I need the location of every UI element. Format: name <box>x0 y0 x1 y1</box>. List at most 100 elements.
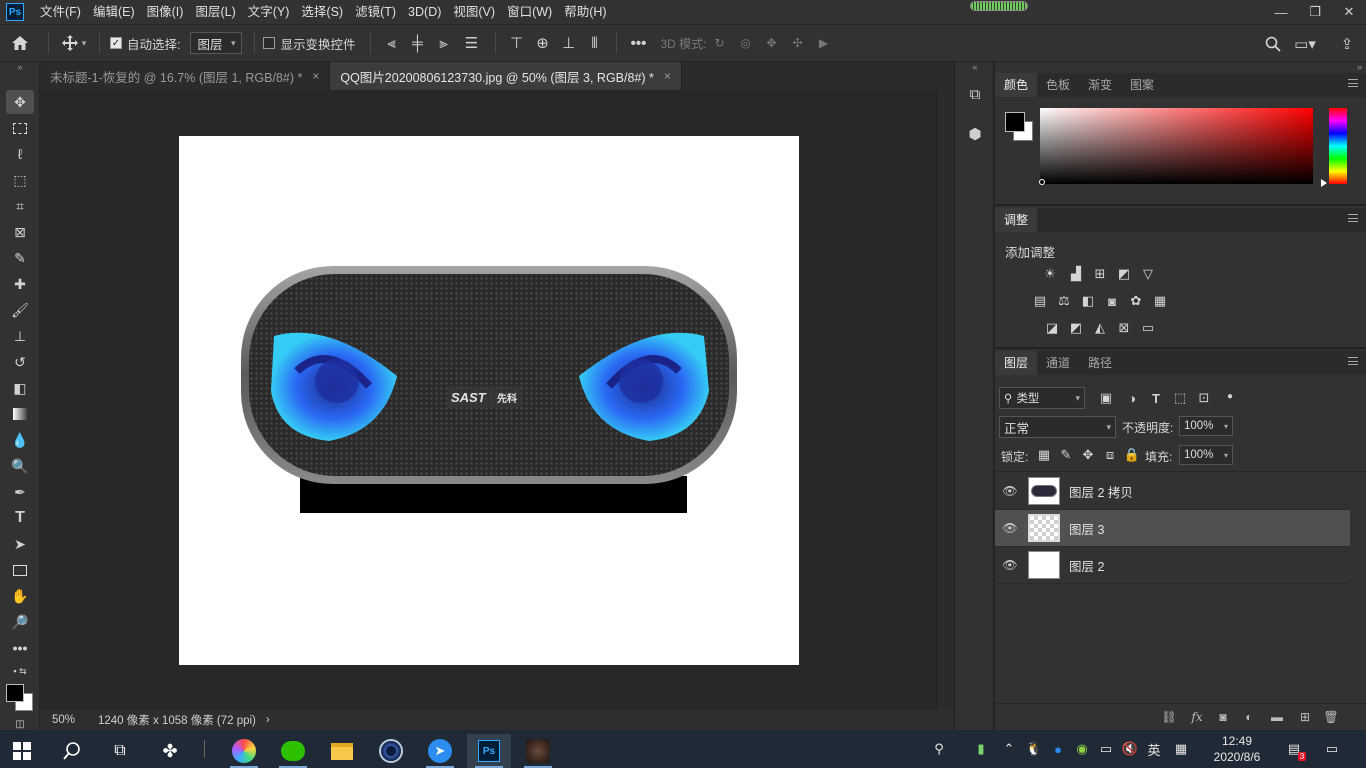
menu-filter[interactable]: 滤镜(T) <box>349 0 402 24</box>
color-lookup-icon[interactable]: ▦ <box>1151 292 1169 310</box>
auto-select-target-dropdown[interactable]: 图层 ▾ <box>190 32 243 54</box>
dodge-tool-icon[interactable]: 🔍 <box>6 454 34 478</box>
file-explorer-icon[interactable] <box>320 734 364 768</box>
align-top-icon[interactable]: ⊤ <box>504 34 530 52</box>
minimize-button[interactable]: — <box>1264 0 1298 24</box>
menu-view[interactable]: 视图(V) <box>447 0 501 24</box>
history-brush-tool-icon[interactable]: ↺ <box>6 350 34 374</box>
filter-shape-icon[interactable]: ⬚ <box>1171 389 1189 407</box>
qq-tray-icon[interactable]: 🐧 <box>1024 730 1044 768</box>
close-tab-icon[interactable]: × <box>664 69 671 83</box>
volume-muted-icon[interactable]: 🔇 <box>1120 730 1140 768</box>
vertical-scrollbar[interactable] <box>936 90 954 710</box>
color-balance-icon[interactable]: ⚖ <box>1055 292 1073 310</box>
windows-start-icon[interactable] <box>0 734 44 768</box>
fill-input[interactable]: 100% ▾ <box>1179 445 1233 465</box>
eyedropper-tool-icon[interactable]: ✎ <box>6 246 34 270</box>
home-icon[interactable] <box>0 35 40 51</box>
object-select-tool-icon[interactable]: ⬚ <box>6 168 34 192</box>
tab-adjustments[interactable]: 调整 <box>995 208 1038 232</box>
tab-color[interactable]: 颜色 <box>995 73 1038 97</box>
menu-select[interactable]: 选择(S) <box>295 0 349 24</box>
layer-row[interactable]: 👁 图层 2 <box>995 547 1350 584</box>
layer-name[interactable]: 图层 2 拷贝 <box>1069 482 1133 501</box>
hand-tool-icon[interactable]: ✋ <box>6 584 34 608</box>
align-left-icon[interactable]: ⫷ <box>379 35 405 52</box>
hue-slider-handle[interactable] <box>1321 179 1327 187</box>
black-white-icon[interactable]: ◧ <box>1079 292 1097 310</box>
align-right-icon[interactable]: ⫸ <box>431 35 457 52</box>
invert-icon[interactable]: ◪ <box>1043 319 1061 337</box>
feishu-app-icon[interactable]: ➤ <box>418 734 462 768</box>
ime-indicator[interactable]: 英 <box>1144 730 1164 768</box>
blur-tool-icon[interactable]: 💧 <box>6 428 34 452</box>
foreground-color-swatch[interactable] <box>6 684 24 702</box>
battery-icon[interactable]: ▮ <box>972 730 990 768</box>
lock-pixels-icon[interactable]: ✎ <box>1057 446 1075 464</box>
photoshop-app-icon[interactable]: Ps <box>467 734 511 768</box>
menu-edit[interactable]: 编辑(E) <box>87 0 141 24</box>
task-view-icon[interactable]: ⧉ <box>98 734 142 768</box>
tab-channels[interactable]: 通道 <box>1037 351 1079 375</box>
collapse-icon[interactable]: » <box>6 62 34 72</box>
new-layer-icon[interactable]: ⊞ <box>1297 709 1313 725</box>
tab-untitled-1[interactable]: 未标题-1-恢复的 @ 16.7% (图层 1, RGB/8#) * × <box>40 62 331 90</box>
clone-stamp-tool-icon[interactable]: ⊥ <box>6 324 34 348</box>
clock[interactable]: 12:49 2020/8/6 <box>1200 730 1274 768</box>
search-icon[interactable] <box>1262 33 1284 55</box>
quick-mask-icon[interactable]: ◫ <box>6 718 34 730</box>
menu-window[interactable]: 窗口(W) <box>501 0 558 24</box>
layer-filter-dropdown[interactable]: ⚲ 类型 ▾ <box>999 387 1085 409</box>
action-center-icon[interactable]: ▭ <box>1320 730 1344 768</box>
auto-select-checkbox[interactable]: ✓ 自动选择: <box>110 34 180 53</box>
menu-file[interactable]: 文件(F) <box>34 0 87 24</box>
hue-slider[interactable] <box>1329 108 1347 184</box>
panel-menu-icon[interactable] <box>1348 214 1358 222</box>
restore-button[interactable]: ❐ <box>1298 0 1332 24</box>
lock-transparent-icon[interactable]: ▦ <box>1035 446 1053 464</box>
crop-tool-icon[interactable]: ⌗ <box>6 194 34 218</box>
browser-app-icon[interactable] <box>222 734 266 768</box>
zoom-tool-icon[interactable]: 🔎 <box>6 610 34 634</box>
swap-colors-icon[interactable]: ▪ ⇆ <box>6 664 34 678</box>
filter-toggle-icon[interactable]: ● <box>1221 387 1239 405</box>
filter-type-icon[interactable]: T <box>1147 389 1165 407</box>
distribute-v-icon[interactable]: ⦀ <box>582 35 608 52</box>
healing-brush-tool-icon[interactable]: ✚ <box>6 272 34 296</box>
close-button[interactable]: ✕ <box>1332 0 1366 24</box>
layer-name[interactable]: 图层 3 <box>1069 519 1104 538</box>
panel-menu-icon[interactable] <box>1348 357 1358 365</box>
search-icon[interactable] <box>50 734 94 768</box>
opacity-input[interactable]: 100% ▾ <box>1179 416 1233 436</box>
filter-adjustment-icon[interactable]: ◑ <box>1123 389 1141 407</box>
workspace-icon[interactable]: ▭▾ <box>1292 33 1318 55</box>
network-icon[interactable]: ▭ <box>1096 730 1116 768</box>
frame-tool-icon[interactable]: ⊠ <box>6 220 34 244</box>
menu-image[interactable]: 图像(I) <box>141 0 190 24</box>
tab-paths[interactable]: 路径 <box>1079 351 1121 375</box>
new-adjustment-icon[interactable]: ◐ <box>1241 709 1257 725</box>
3d-panel-icon[interactable]: ⬢ <box>965 124 985 144</box>
threshold-icon[interactable]: ◭ <box>1091 319 1109 337</box>
delete-layer-icon[interactable]: 🗑 <box>1323 709 1339 725</box>
collapse-icon[interactable]: « <box>955 62 995 72</box>
layer-name[interactable]: 图层 2 <box>1069 556 1104 575</box>
wechat-app-icon[interactable] <box>271 734 315 768</box>
lasso-tool-icon[interactable]: ℓ <box>6 142 34 166</box>
menu-3d[interactable]: 3D(D) <box>402 0 447 24</box>
move-tool-icon[interactable]: ✥ <box>6 90 34 114</box>
zoom-level[interactable]: 50% <box>52 714 90 726</box>
share-icon[interactable]: ⇪ <box>1336 33 1358 55</box>
menu-type[interactable]: 文字(Y) <box>242 0 296 24</box>
feishu-tray-icon[interactable]: ● <box>1048 730 1068 768</box>
history-panel-icon[interactable]: ⧉ <box>965 84 985 104</box>
lock-position-icon[interactable]: ✥ <box>1079 446 1097 464</box>
curves-icon[interactable]: ⊞ <box>1091 265 1109 283</box>
type-tool-icon[interactable]: T <box>6 506 34 530</box>
tab-layers[interactable]: 图层 <box>995 351 1038 375</box>
panel-menu-icon[interactable] <box>1348 79 1358 87</box>
wechat-tray-icon[interactable]: ◉ <box>1072 730 1092 768</box>
channel-mixer-icon[interactable]: ✿ <box>1127 292 1145 310</box>
filter-pixel-icon[interactable]: ▣ <box>1097 389 1115 407</box>
photo-filter-icon[interactable]: ◙ <box>1103 292 1121 310</box>
